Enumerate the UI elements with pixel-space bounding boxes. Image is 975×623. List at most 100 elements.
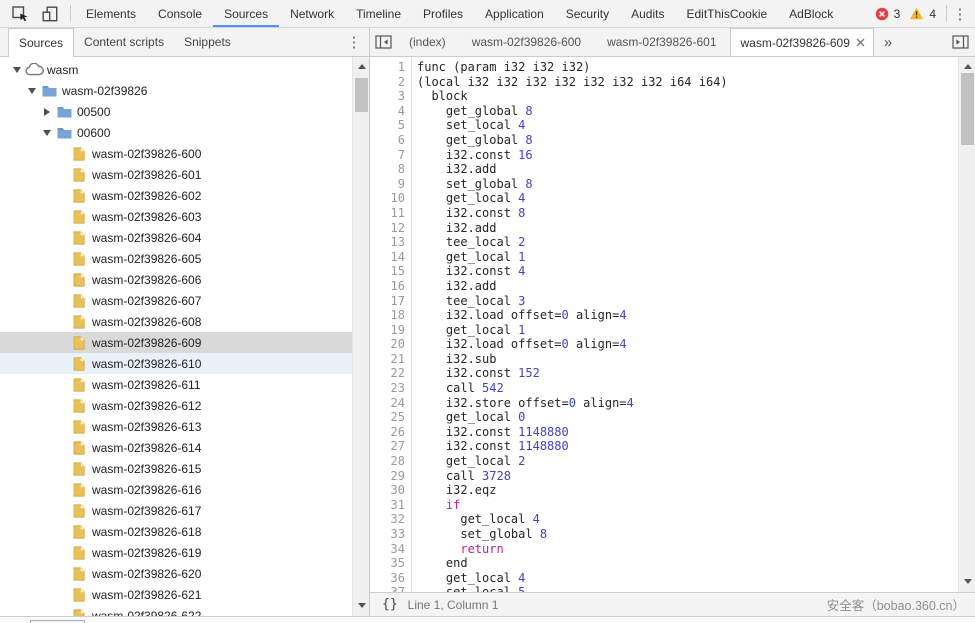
navigator-tab-sources[interactable]: Sources	[8, 28, 74, 57]
toolbar-tab-network[interactable]: Network	[279, 0, 345, 27]
pretty-print-button[interactable]: {}	[370, 597, 408, 612]
line-number[interactable]: 23	[370, 381, 411, 396]
line-number[interactable]: 8	[370, 162, 411, 177]
line-number[interactable]: 22	[370, 366, 411, 381]
tree-item-wasm-02f39826-615[interactable]: wasm-02f39826-615	[0, 458, 369, 479]
tree-item-wasm-02f39826-617[interactable]: wasm-02f39826-617	[0, 500, 369, 521]
line-number[interactable]: 33	[370, 527, 411, 542]
line-number[interactable]: 29	[370, 469, 411, 484]
line-number[interactable]: 6	[370, 133, 411, 148]
toolbar-tab-profiles[interactable]: Profiles	[412, 0, 474, 27]
chevron-down-icon[interactable]	[10, 67, 23, 73]
line-number[interactable]: 13	[370, 235, 411, 250]
line-number[interactable]: 2	[370, 75, 411, 90]
tree-item-wasm-02f39826-620[interactable]: wasm-02f39826-620	[0, 563, 369, 584]
line-number[interactable]: 7	[370, 148, 411, 163]
line-number[interactable]: 31	[370, 498, 411, 513]
toolbar-tab-adblock[interactable]: AdBlock	[778, 0, 844, 27]
editor-scroll-thumb[interactable]	[961, 73, 974, 145]
tree-item-wasm[interactable]: wasm	[0, 59, 369, 80]
line-number[interactable]: 21	[370, 352, 411, 367]
tree-item-wasm-02f39826-621[interactable]: wasm-02f39826-621	[0, 584, 369, 605]
tree-item-wasm-02f39826-622[interactable]: wasm-02f39826-622	[0, 605, 369, 616]
line-number[interactable]: 24	[370, 396, 411, 411]
line-number[interactable]: 30	[370, 483, 411, 498]
editor-scroll-down-icon[interactable]	[959, 574, 975, 588]
editor-scroll-up-icon[interactable]	[959, 59, 975, 73]
tree-item-wasm-02f39826[interactable]: wasm-02f39826	[0, 80, 369, 101]
line-number[interactable]: 28	[370, 454, 411, 469]
toolbar-tab-audits[interactable]: Audits	[620, 0, 675, 27]
line-number[interactable]: 25	[370, 410, 411, 425]
inspect-element-icon[interactable]	[10, 5, 30, 23]
tree-item-wasm-02f39826-607[interactable]: wasm-02f39826-607	[0, 290, 369, 311]
line-number[interactable]: 15	[370, 264, 411, 279]
chevron-down-icon[interactable]	[25, 88, 38, 94]
toolbar-tab-application[interactable]: Application	[474, 0, 555, 27]
device-toolbar-icon[interactable]	[40, 5, 60, 23]
toolbar-tab-sources[interactable]: Sources	[213, 0, 279, 27]
navigator-tab-snippets[interactable]: Snippets	[174, 28, 241, 56]
file-tab-wasm-02f39826-609[interactable]: wasm-02f39826-609	[730, 28, 874, 56]
file-tab--index-[interactable]: (index)	[396, 28, 459, 56]
more-tabs-icon[interactable]: »	[874, 28, 902, 56]
close-tab-icon[interactable]	[856, 38, 865, 47]
line-number[interactable]: 37	[370, 585, 411, 592]
tree-item-wasm-02f39826-614[interactable]: wasm-02f39826-614	[0, 437, 369, 458]
tree-item-wasm-02f39826-613[interactable]: wasm-02f39826-613	[0, 416, 369, 437]
line-number[interactable]: 3	[370, 89, 411, 104]
editor-scrollbar[interactable]	[958, 57, 975, 592]
file-tab-wasm-02f39826-600[interactable]: wasm-02f39826-600	[459, 28, 594, 56]
collapse-sidebar-icon[interactable]	[370, 28, 396, 56]
line-number[interactable]: 11	[370, 206, 411, 221]
toolbar-tab-security[interactable]: Security	[555, 0, 620, 27]
warning-icon[interactable]	[909, 7, 924, 20]
line-number[interactable]: 5	[370, 118, 411, 133]
line-number[interactable]: 4	[370, 104, 411, 119]
tree-item-wasm-02f39826-616[interactable]: wasm-02f39826-616	[0, 479, 369, 500]
line-number[interactable]: 36	[370, 571, 411, 586]
line-number[interactable]: 18	[370, 308, 411, 323]
error-icon[interactable]	[875, 7, 889, 21]
tree-item-wasm-02f39826-605[interactable]: wasm-02f39826-605	[0, 248, 369, 269]
tree-item-wasm-02f39826-604[interactable]: wasm-02f39826-604	[0, 227, 369, 248]
file-tab-wasm-02f39826-601[interactable]: wasm-02f39826-601	[594, 28, 729, 56]
tree-item-wasm-02f39826-611[interactable]: wasm-02f39826-611	[0, 374, 369, 395]
show-drawer-icon[interactable]	[947, 28, 973, 56]
line-number[interactable]: 27	[370, 439, 411, 454]
toolbar-tab-timeline[interactable]: Timeline	[345, 0, 412, 27]
tree-item-wasm-02f39826-612[interactable]: wasm-02f39826-612	[0, 395, 369, 416]
tree-item-00600[interactable]: 00600	[0, 122, 369, 143]
chevron-down-icon[interactable]	[40, 130, 53, 136]
tree-item-00500[interactable]: 00500	[0, 101, 369, 122]
line-number[interactable]: 10	[370, 191, 411, 206]
tree-item-wasm-02f39826-618[interactable]: wasm-02f39826-618	[0, 521, 369, 542]
tree-item-wasm-02f39826-610[interactable]: wasm-02f39826-610	[0, 353, 369, 374]
tree-item-wasm-02f39826-603[interactable]: wasm-02f39826-603	[0, 206, 369, 227]
sidebar-scroll-thumb[interactable]	[355, 78, 368, 112]
toolbar-tab-elements[interactable]: Elements	[75, 0, 147, 27]
line-number[interactable]: 34	[370, 542, 411, 557]
line-number[interactable]: 16	[370, 279, 411, 294]
line-number[interactable]: 9	[370, 177, 411, 192]
line-number[interactable]: 14	[370, 250, 411, 265]
tree-item-wasm-02f39826-619[interactable]: wasm-02f39826-619	[0, 542, 369, 563]
tree-item-wasm-02f39826-606[interactable]: wasm-02f39826-606	[0, 269, 369, 290]
tree-item-wasm-02f39826-609[interactable]: wasm-02f39826-609	[0, 332, 369, 353]
line-number[interactable]: 19	[370, 323, 411, 338]
tree-item-wasm-02f39826-602[interactable]: wasm-02f39826-602	[0, 185, 369, 206]
line-number[interactable]: 1	[370, 60, 411, 75]
tree-item-wasm-02f39826-608[interactable]: wasm-02f39826-608	[0, 311, 369, 332]
line-number[interactable]: 26	[370, 425, 411, 440]
line-number[interactable]: 20	[370, 337, 411, 352]
scroll-down-icon[interactable]	[353, 598, 370, 612]
toolbar-tab-editthiscookie[interactable]: EditThisCookie	[675, 0, 778, 27]
devtools-menu-icon[interactable]: ⋮	[951, 4, 969, 24]
tree-item-wasm-02f39826-600[interactable]: wasm-02f39826-600	[0, 143, 369, 164]
line-number[interactable]: 12	[370, 221, 411, 236]
scroll-up-icon[interactable]	[353, 59, 370, 73]
line-number[interactable]: 17	[370, 294, 411, 309]
toolbar-tab-console[interactable]: Console	[147, 0, 213, 27]
navigator-tab-content-scripts[interactable]: Content scripts	[74, 28, 174, 56]
navigator-menu-icon[interactable]: ⋮	[345, 32, 363, 52]
